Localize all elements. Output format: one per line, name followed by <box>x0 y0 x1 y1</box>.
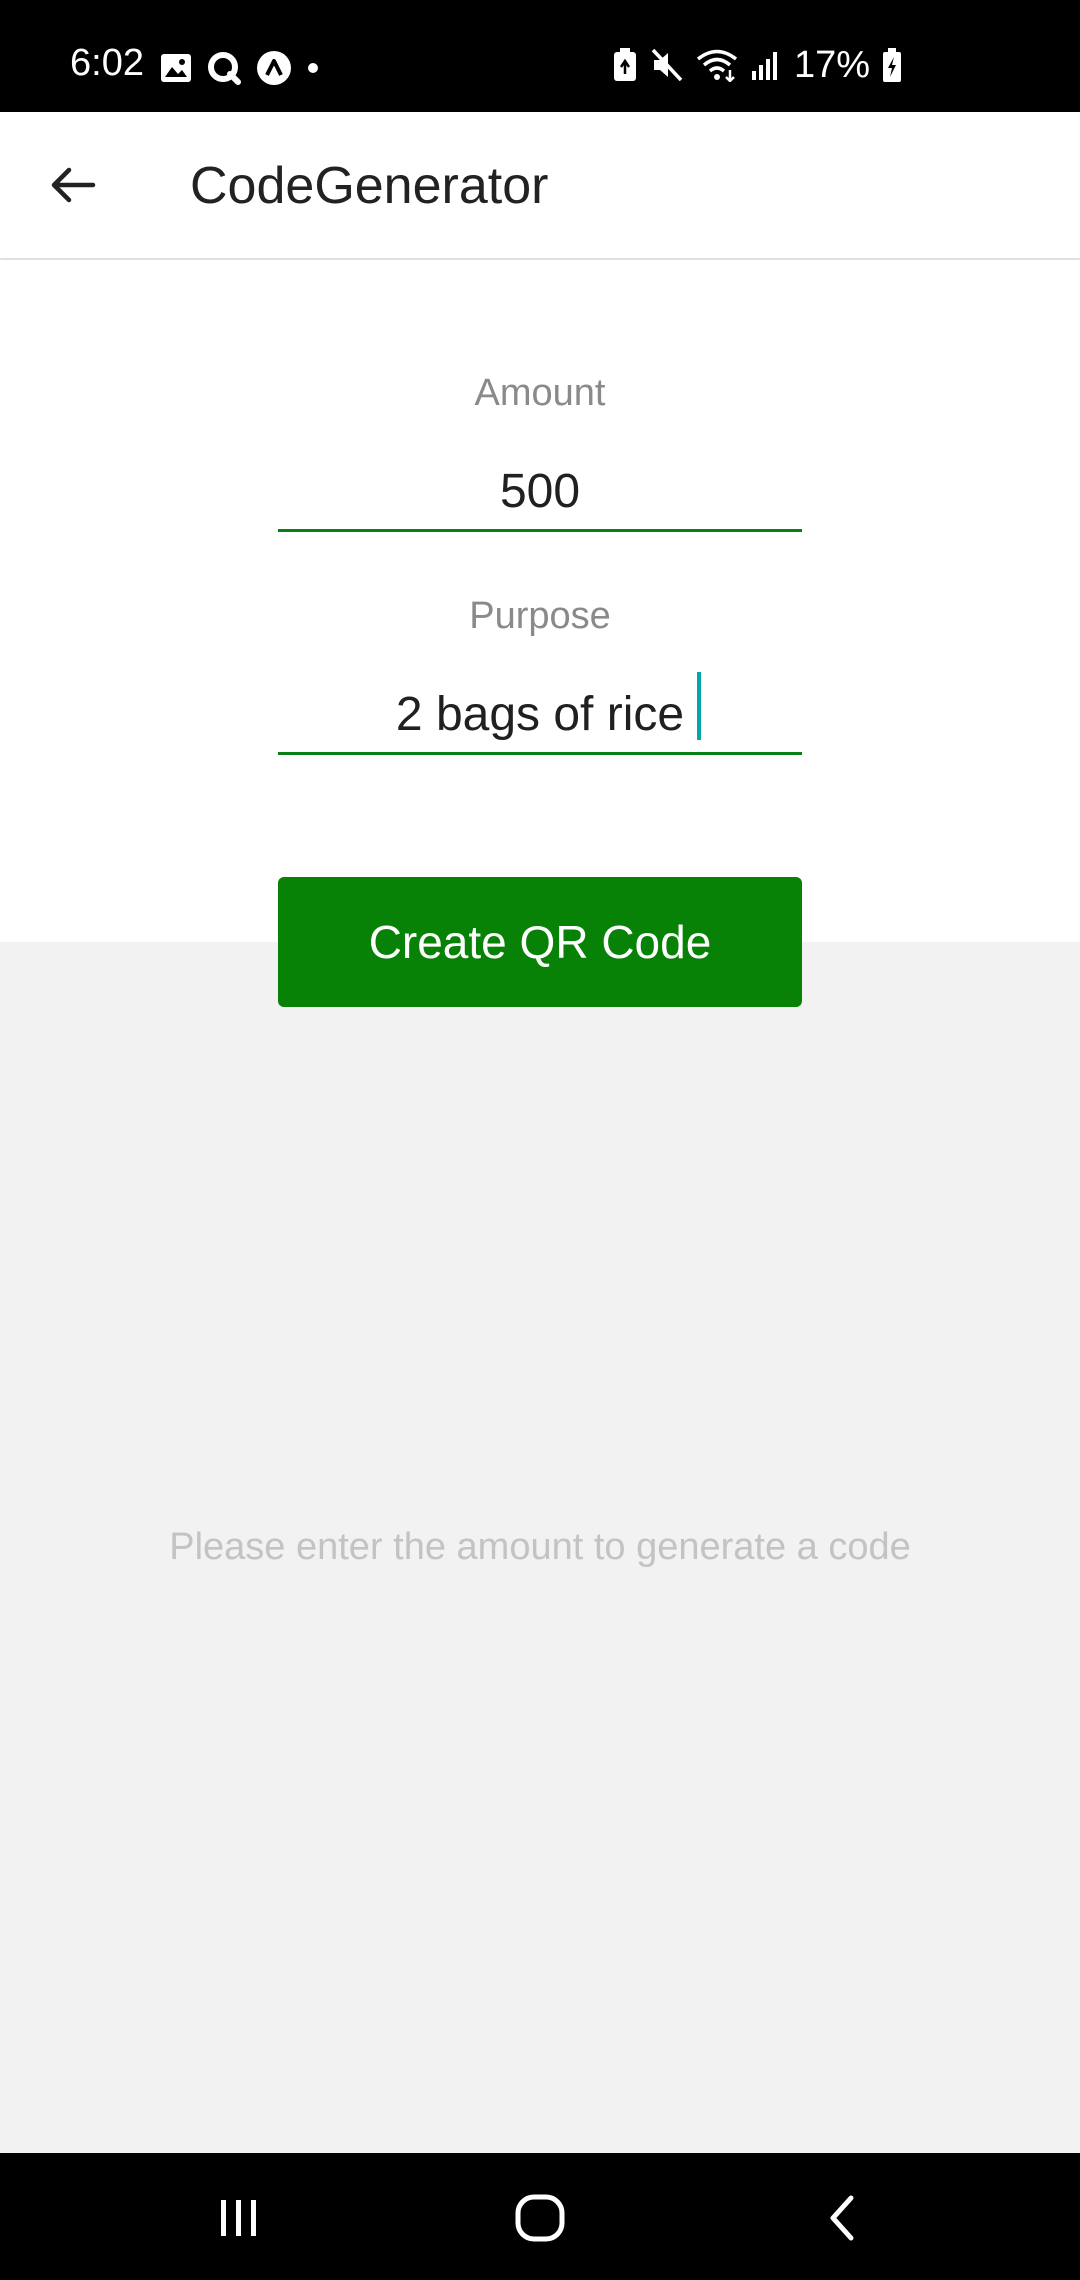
caret-app-icon <box>257 51 291 85</box>
back-button[interactable] <box>36 148 110 222</box>
system-nav-bar <box>0 2153 1080 2280</box>
mute-icon <box>651 48 683 82</box>
arrow-left-icon <box>51 167 96 203</box>
battery-saver-icon <box>613 48 636 81</box>
page-title: CodeGenerator <box>190 157 549 215</box>
empty-state-hint: Please enter the amount to generate a co… <box>169 1526 911 1568</box>
recent-apps-button[interactable] <box>194 2183 284 2253</box>
q-app-icon <box>208 52 241 85</box>
system-icons: 17% <box>612 46 902 84</box>
status-bar: 6:02 17% <box>0 0 1080 112</box>
app-bar: CodeGenerator <box>0 112 1080 258</box>
home-button[interactable] <box>495 2183 585 2253</box>
battery-percentage: 17% <box>793 44 870 86</box>
notification-icons <box>160 50 320 86</box>
status-time: 6:02 <box>70 42 144 84</box>
amount-label: Amount <box>474 372 606 414</box>
back-icon <box>830 2195 854 2241</box>
text-caret <box>697 672 701 740</box>
code-form: Amount Purpose <box>0 260 1080 942</box>
dot-icon <box>308 63 318 73</box>
image-icon <box>161 54 191 82</box>
signal-icon <box>751 52 777 80</box>
purpose-input[interactable] <box>278 677 802 755</box>
purpose-label: Purpose <box>469 595 611 637</box>
nav-back-button[interactable] <box>798 2183 888 2253</box>
create-qr-code-button[interactable]: Create QR Code <box>278 877 802 1007</box>
battery-charging-icon <box>883 48 901 82</box>
recent-apps-icon <box>221 2200 256 2236</box>
wifi-icon <box>696 49 738 82</box>
amount-input[interactable] <box>278 454 802 532</box>
home-icon <box>515 2194 565 2242</box>
